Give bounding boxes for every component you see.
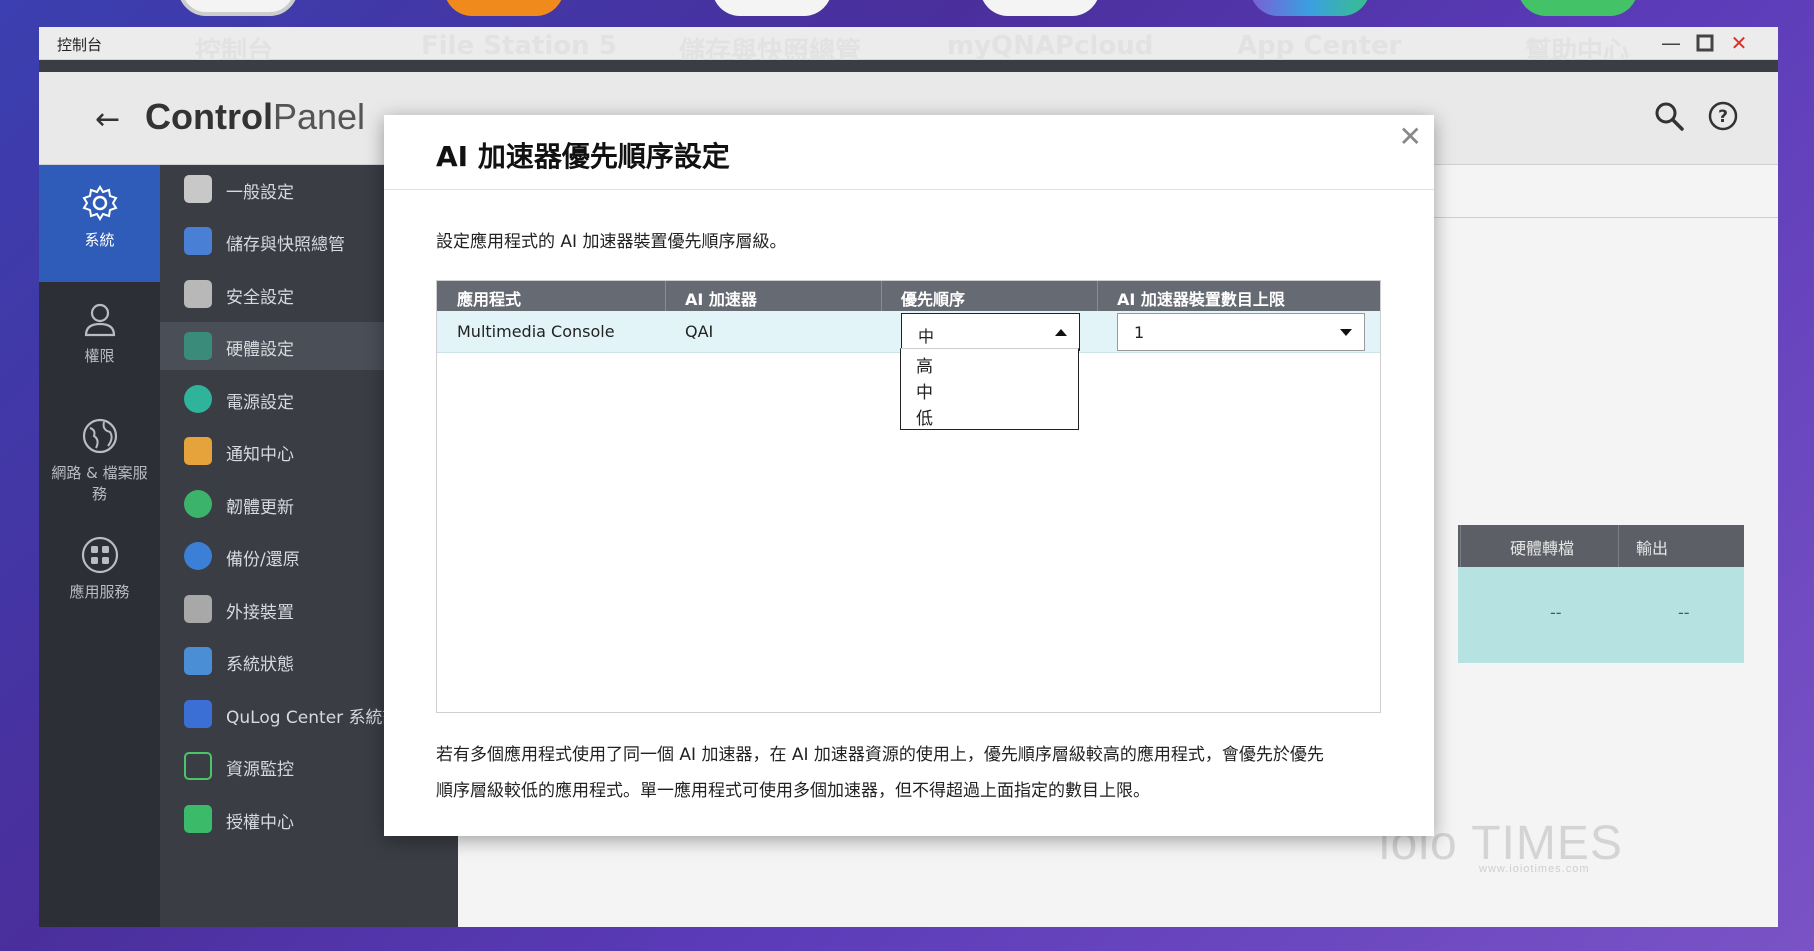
firmware-update-icon: [184, 490, 212, 518]
category-app-services-label: 應用服務: [69, 583, 130, 601]
window-title: 控制台: [57, 36, 103, 54]
cell-accelerator: QAI: [685, 322, 714, 341]
bg-col-output: 輸出: [1636, 539, 1669, 558]
menu-item-label: 外接裝置: [226, 603, 294, 623]
priority-select[interactable]: 中: [901, 313, 1080, 351]
help-icon[interactable]: ?: [1707, 100, 1739, 132]
max-devices-select[interactable]: 1: [1117, 313, 1365, 351]
category-system-label: 系統: [84, 231, 115, 249]
category-app-services[interactable]: 應用服務: [39, 535, 160, 635]
menu-item-label: QuLog Center 系統記: [226, 708, 400, 728]
menu-item-label: 備份/還原: [226, 550, 300, 570]
close-window-icon[interactable]: ✕: [1727, 31, 1751, 55]
dialog-divider: [384, 189, 1434, 190]
dock-icon-myqnapcloud[interactable]: [980, 0, 1100, 16]
back-arrow-icon[interactable]: ←: [95, 102, 120, 137]
page-title-bold: Control: [145, 96, 273, 137]
dialog-title: AI 加速器優先順序設定: [436, 140, 730, 173]
lock-icon: [184, 280, 212, 308]
dock-icon-control-panel[interactable]: [178, 0, 298, 16]
footer-note-line-1: 若有多個應用程式使用了同一個 AI 加速器，在 AI 加速器資源的使用上，優先順…: [436, 745, 1324, 765]
menu-item-label: 電源設定: [226, 393, 294, 413]
menu-item-label: 安全設定: [226, 288, 294, 308]
priority-option-high[interactable]: 高: [916, 352, 933, 377]
priority-select-value: 中: [918, 327, 935, 346]
menu-item-label: 儲存與快照總管: [226, 235, 345, 255]
category-permission-label: 權限: [84, 347, 115, 365]
bg-cell-transcode: --: [1550, 603, 1562, 622]
minimize-icon[interactable]: —: [1659, 31, 1683, 55]
globe-icon: [82, 418, 117, 454]
menu-item-label: 硬體設定: [226, 340, 294, 360]
priority-table: 應用程式 AI 加速器 優先順序 AI 加速器裝置數目上限 Multimedia…: [436, 280, 1381, 713]
search-icon[interactable]: [1653, 100, 1685, 132]
bg-col-transcode: 硬體轉檔: [1510, 539, 1575, 558]
category-network[interactable]: 網路 & 檔案服務: [39, 416, 160, 526]
priority-option-medium[interactable]: 中: [916, 378, 933, 403]
menu-item-label: 授權中心: [226, 813, 294, 833]
titlebar-divider: [39, 60, 1778, 72]
ghost-label-2: File Station 5: [421, 31, 617, 61]
menu-item-label: 通知中心: [226, 445, 294, 465]
col-separator: [665, 281, 666, 311]
system-status-icon: [184, 647, 212, 675]
category-sidebar: 系統 權限 網路 & 檔案服務 應用服務: [39, 165, 160, 927]
category-network-label: 網路 & 檔案服務: [51, 464, 148, 503]
external-device-icon: [184, 595, 212, 623]
priority-option-low[interactable]: 低: [916, 404, 933, 429]
svg-text:?: ?: [1718, 107, 1728, 127]
category-permission[interactable]: 權限: [39, 299, 160, 399]
footer-note-line-2: 順序層級較低的應用程式。單一應用程式可使用多個加速器，但不得超過上面指定的數目上…: [436, 781, 1150, 801]
background-table-row: -- --: [1458, 567, 1744, 663]
qulog-icon: [184, 700, 212, 728]
col-separator: [881, 281, 882, 311]
ai-accelerator-priority-dialog: ✕ AI 加速器優先順序設定 設定應用程式的 AI 加速器裝置優先順序層級。 應…: [384, 115, 1434, 836]
dock-icon-storage[interactable]: [712, 0, 832, 16]
dock-icon-app-center[interactable]: [1250, 0, 1370, 16]
col-header-accelerator: AI 加速器: [685, 290, 757, 309]
storage-snapshot-icon: [184, 227, 212, 255]
bg-cell-output: --: [1678, 603, 1690, 622]
col-header-priority: 優先順序: [901, 290, 966, 309]
col-header-application: 應用程式: [457, 290, 522, 309]
close-icon[interactable]: ✕: [1399, 123, 1422, 151]
ghost-label-5: App Center: [1237, 31, 1402, 61]
max-devices-select-value: 1: [1134, 323, 1145, 342]
resource-monitor-icon: [184, 752, 212, 780]
menu-item-label: 一般設定: [226, 183, 294, 203]
window-titlebar: 控制台 控制台 File Station 5 儲存與快照總管 myQNAPclo…: [39, 27, 1778, 67]
notification-bell-icon: [184, 437, 212, 465]
page-title-light: Panel: [272, 96, 366, 137]
page-title: ControlPanel: [145, 96, 365, 138]
caret-up-icon: [1055, 329, 1067, 336]
menu-item-label: 韌體更新: [226, 498, 294, 518]
background-table-header: 硬體轉檔 輸出: [1458, 525, 1744, 567]
col-header-max-devices: AI 加速器裝置數目上限: [1117, 290, 1285, 309]
power-bulb-icon: [184, 385, 212, 413]
category-system[interactable]: 系統: [39, 165, 160, 282]
user-icon: [84, 303, 115, 337]
hardware-chip-icon: [184, 332, 212, 360]
ghost-label-4: myQNAPcloud: [947, 31, 1154, 61]
dock-icon-file-station[interactable]: [444, 0, 564, 16]
col-separator: [1097, 281, 1098, 311]
cell-application: Multimedia Console: [457, 322, 615, 341]
general-settings-icon: [184, 175, 212, 203]
dialog-description: 設定應用程式的 AI 加速器裝置優先順序層級。: [436, 232, 787, 252]
apps-grid-icon: [81, 536, 118, 574]
table-row[interactable]: Multimedia Console QAI 中 1: [437, 311, 1380, 353]
chevron-down-icon: [1340, 329, 1352, 336]
dialog-footer-note: 若有多個應用程式使用了同一個 AI 加速器，在 AI 加速器資源的使用上，優先順…: [436, 737, 1381, 809]
maximize-icon[interactable]: [1693, 31, 1717, 55]
backup-restore-icon: [184, 542, 212, 570]
priority-dropdown-list: 高 中 低: [900, 348, 1079, 430]
table-header: 應用程式 AI 加速器 優先順序 AI 加速器裝置數目上限: [437, 281, 1380, 311]
dock-icon-help-center[interactable]: [1518, 0, 1638, 16]
menu-item-label: 系統狀態: [226, 655, 294, 675]
gear-icon: [82, 185, 117, 221]
menu-item-label: 資源監控: [226, 760, 294, 780]
license-center-icon: [184, 805, 212, 833]
